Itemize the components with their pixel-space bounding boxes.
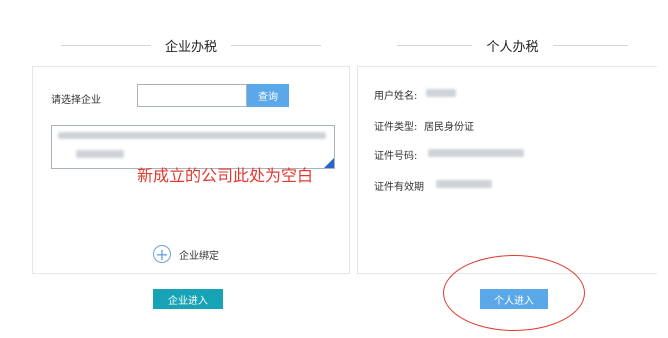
divider: [397, 44, 473, 46]
personal-panel: 用户姓名: 证件类型: 居民身份证 证件号码: 证件有效期: [357, 66, 657, 274]
query-button[interactable]: 查询: [247, 84, 289, 107]
divider: [552, 44, 628, 46]
personal-section-title: 个人办税: [486, 39, 539, 55]
select-enterprise-label: 请选择企业: [51, 95, 101, 106]
enterprise-enter-button[interactable]: 企业进入: [153, 289, 223, 309]
annotation-text: 新成立的公司此处为空白: [137, 166, 314, 185]
selected-check-icon: [323, 157, 334, 168]
blurred-company-id: [76, 150, 124, 158]
id-type-label: 证件类型:: [374, 122, 418, 133]
personal-section-header: 个人办税: [357, 36, 668, 55]
highlight-circle: [443, 255, 585, 331]
id-type-value: 居民身份证: [424, 122, 474, 133]
plus-circle-icon: +: [153, 245, 171, 263]
enterprise-section-title: 企业办税: [164, 39, 217, 55]
blurred-validity: [436, 180, 492, 188]
divider: [231, 44, 321, 46]
username-label: 用户姓名:: [374, 91, 418, 102]
divider: [60, 44, 151, 46]
blurred-username: [426, 89, 456, 97]
id-number-label: 证件号码:: [374, 151, 418, 162]
enterprise-bind-label: 企业绑定: [179, 250, 219, 262]
id-validity-label: 证件有效期: [374, 182, 424, 193]
blurred-company-name: [58, 132, 326, 139]
enterprise-bind-button[interactable]: + 企业绑定: [153, 245, 219, 263]
enterprise-search-input[interactable]: [137, 84, 247, 107]
enterprise-section-header: 企业办税: [32, 36, 350, 55]
blurred-id-number: [428, 149, 524, 157]
